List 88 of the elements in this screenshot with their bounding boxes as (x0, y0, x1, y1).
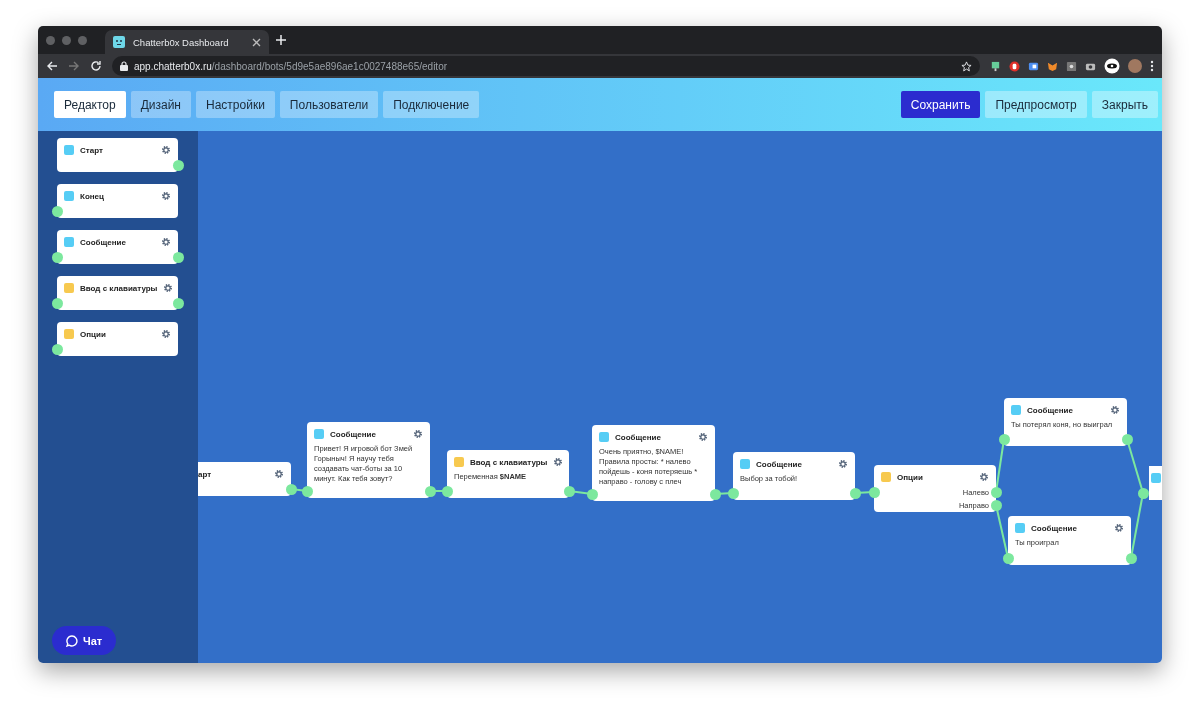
port-handle[interactable] (586, 488, 598, 500)
node-title: Сообщение (1031, 523, 1078, 533)
gear-icon[interactable] (161, 237, 171, 247)
avatar-icon[interactable] (1128, 59, 1142, 73)
save-button[interactable]: Сохранить (900, 91, 981, 118)
editor-canvas[interactable] (198, 131, 1162, 663)
gear-icon[interactable] (979, 472, 989, 482)
port-handle[interactable] (51, 205, 63, 217)
gear-icon[interactable] (1110, 405, 1120, 415)
node-title: Сообщение (330, 429, 377, 439)
editor-tab[interactable]: Пользователи (279, 91, 379, 118)
port-handle[interactable] (727, 487, 739, 499)
port-handle[interactable] (998, 433, 1010, 445)
gear-icon[interactable] (161, 145, 171, 155)
node-card[interactable]: Опции (57, 322, 178, 356)
tab-title: Chatterb0x Dashboard (133, 36, 230, 48)
node-card[interactable]: арт (198, 462, 291, 496)
gear-icon[interactable] (161, 191, 171, 201)
gear-icon[interactable] (413, 429, 423, 439)
robot-icon (113, 36, 125, 48)
port-handle[interactable] (51, 297, 63, 309)
toolbar-button[interactable]: Закрыть (1091, 91, 1158, 118)
port-handle[interactable] (1121, 433, 1133, 445)
port-handle[interactable] (1125, 552, 1137, 564)
menu-icon[interactable] (1150, 60, 1154, 72)
node-title: Сообщение (615, 432, 662, 442)
toolbar-button[interactable]: Предпросмотр (985, 91, 1087, 118)
port-handle[interactable] (868, 486, 880, 498)
address-bar[interactable]: app.chatterb0x.ru/dashboard/bots/5d9e5ae896ae1c0027488e65/editor (112, 56, 980, 76)
node-title: Опции (80, 329, 107, 339)
gear-icon[interactable] (163, 283, 174, 293)
editor-tab[interactable]: Дизайн (130, 91, 191, 118)
node-title: Старт (80, 145, 104, 155)
chat-button[interactable]: Чат (52, 626, 117, 655)
editor-tab[interactable]: Подключение (383, 91, 480, 118)
gear-icon[interactable] (161, 329, 171, 339)
editor-tab[interactable]: Настройки (196, 91, 275, 118)
port-handle[interactable] (301, 485, 313, 497)
port-handle[interactable] (172, 159, 184, 171)
port-handle[interactable] (285, 483, 297, 495)
port-handle[interactable] (1137, 487, 1149, 499)
port-handle[interactable] (172, 251, 184, 263)
extension-icon[interactable] (1066, 60, 1077, 72)
node-title: Ввод с клавиатуры (470, 457, 548, 467)
fox-icon[interactable] (1047, 60, 1058, 72)
port-handle[interactable] (441, 485, 453, 497)
node-card[interactable]: Старт (57, 138, 178, 172)
hand-icon[interactable] (1009, 60, 1020, 72)
node-title: Сообщение (80, 237, 127, 247)
node-card[interactable]: Ввод с клавиатуры (57, 276, 178, 310)
port-handle[interactable] (990, 486, 1002, 498)
gear-icon[interactable] (1114, 523, 1124, 533)
port-handle[interactable] (172, 297, 184, 309)
extension-icon[interactable] (1028, 60, 1039, 72)
node-card[interactable]: Конец (57, 184, 178, 218)
node-title: арт (198, 469, 213, 479)
node-title: Сообщение (1027, 405, 1074, 415)
speech-bubble-icon (66, 634, 78, 647)
browser-tab[interactable]: Chatterb0x Dashboard (105, 30, 269, 54)
close-icon[interactable] (252, 37, 261, 47)
node-card[interactable]: Сообщение (57, 230, 178, 264)
gear-icon[interactable] (553, 457, 564, 467)
node-title: Ввод с клавиатуры (80, 283, 158, 293)
node-card[interactable] (1149, 466, 1162, 500)
gear-icon[interactable] (838, 459, 848, 469)
port-handle[interactable] (849, 487, 861, 499)
port-handle[interactable] (1002, 552, 1014, 564)
star-icon[interactable] (961, 60, 972, 72)
node-title: Опции (897, 472, 924, 482)
extension-icon[interactable] (990, 60, 1001, 72)
node-title: Сообщение (756, 459, 803, 469)
back-icon[interactable] (46, 60, 58, 72)
port-handle[interactable] (990, 499, 1002, 511)
port-handle[interactable] (51, 343, 63, 355)
lock-icon (120, 61, 128, 71)
url-text: app.chatterb0x.ru/dashboard/bots/5d9e5ae896ae1c0027488e65/editor (134, 60, 448, 72)
eye-icon[interactable] (1104, 58, 1120, 74)
new-tab-icon[interactable] (275, 34, 287, 46)
reload-icon[interactable] (90, 60, 102, 72)
port-handle[interactable] (424, 485, 436, 497)
node-title: Конец (80, 191, 105, 201)
gear-icon[interactable] (274, 469, 284, 479)
port-handle[interactable] (51, 251, 63, 263)
gear-icon[interactable] (698, 432, 708, 442)
port-handle[interactable] (563, 485, 575, 497)
editor-tab[interactable]: Редактор (54, 91, 126, 118)
forward-icon[interactable] (68, 60, 80, 72)
port-handle[interactable] (709, 488, 721, 500)
